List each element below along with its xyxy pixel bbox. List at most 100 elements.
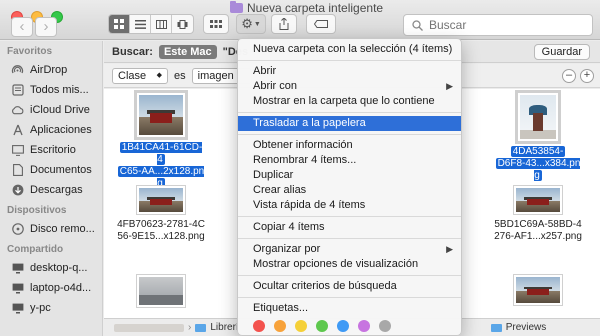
sidebar-item-applications[interactable]: Aplicaciones bbox=[0, 120, 102, 140]
sidebar-item-label: laptop-o4d... bbox=[30, 282, 92, 294]
image-thumbnail bbox=[137, 186, 185, 214]
sidebar-section-title: Favoritos bbox=[7, 46, 53, 57]
sidebar-item-label: y-pc bbox=[30, 302, 51, 314]
tag-icon bbox=[314, 20, 328, 28]
forward-button[interactable]: › bbox=[35, 17, 57, 37]
path-item-library[interactable]: Librerí bbox=[210, 322, 238, 333]
sidebar-section-favorites: Favoritos AirDrop Todos mis... iCloud Dr… bbox=[0, 41, 102, 200]
tag-gray-dot[interactable] bbox=[379, 320, 391, 332]
menu-separator bbox=[238, 238, 461, 239]
file-name-line: 4FB70623-2781-4C bbox=[117, 219, 205, 230]
sidebar-section-title: Compartido bbox=[7, 244, 64, 255]
menu-item-label: Abrir con bbox=[253, 80, 298, 92]
cloud-icon bbox=[11, 104, 24, 117]
sidebar-item-downloads[interactable]: Descargas bbox=[0, 180, 102, 200]
file-item[interactable]: 4DA53854- D6F8-43...x384.png bbox=[493, 93, 583, 182]
back-button[interactable]: ‹ bbox=[11, 17, 33, 37]
menu-item-rename[interactable]: Renombrar 4 ítems... bbox=[238, 153, 461, 168]
menu-item-open-with[interactable]: Abrir con ▶ bbox=[238, 79, 461, 94]
menu-item-quick-look[interactable]: Vista rápida de 4 ítems bbox=[238, 198, 461, 213]
tag-color-row bbox=[238, 320, 461, 332]
file-name: 1B41CA41-61CD-4 C65-AA...2x128.png bbox=[116, 142, 206, 190]
menu-item-duplicate[interactable]: Duplicar bbox=[238, 168, 461, 183]
sidebar-item-all-files[interactable]: Todos mis... bbox=[0, 80, 102, 100]
save-search-button[interactable]: Guardar bbox=[533, 44, 590, 60]
menu-item-open[interactable]: Abrir bbox=[238, 64, 461, 79]
tag-orange-dot[interactable] bbox=[274, 320, 286, 332]
search-field[interactable] bbox=[403, 14, 593, 36]
cover-flow-view-button[interactable] bbox=[172, 15, 193, 33]
file-name-line: 5BD1C69A-58BD-4 bbox=[494, 219, 582, 230]
share-button[interactable] bbox=[271, 14, 297, 34]
criteria-operator: es bbox=[174, 69, 186, 82]
path-item-previews[interactable]: Previews bbox=[506, 322, 547, 333]
action-menu: Nueva carpeta con la selección (4 ítems)… bbox=[237, 38, 462, 336]
sidebar-section-title: Dispositivos bbox=[7, 205, 67, 216]
menu-item-make-alias[interactable]: Crear alias bbox=[238, 183, 461, 198]
sidebar-item-label: desktop-q... bbox=[30, 262, 88, 274]
sidebar-item-label: Descargas bbox=[30, 184, 83, 196]
file-item[interactable] bbox=[493, 275, 583, 305]
sidebar-item-icloud-drive[interactable]: iCloud Drive bbox=[0, 100, 102, 120]
list-view-button[interactable] bbox=[130, 15, 151, 33]
file-item[interactable]: 4FB70623-2781-4C 56-9E15...x128.png bbox=[116, 186, 206, 243]
folder-icon bbox=[195, 323, 207, 332]
file-name-line: 1B41CA41-61CD-4 bbox=[119, 142, 203, 165]
menu-separator bbox=[238, 60, 461, 61]
arrange-button[interactable] bbox=[203, 14, 229, 34]
scope-this-mac-button[interactable]: Este Mac bbox=[158, 44, 217, 59]
edit-tags-button[interactable] bbox=[306, 14, 336, 34]
sidebar-item-airdrop[interactable]: AirDrop bbox=[0, 60, 102, 80]
scope-label: Buscar: bbox=[112, 45, 153, 58]
remove-criterion-button[interactable]: – bbox=[562, 69, 576, 83]
chevron-down-icon: ▼ bbox=[253, 20, 261, 28]
tag-blue-dot[interactable] bbox=[337, 320, 349, 332]
tag-green-dot[interactable] bbox=[316, 320, 328, 332]
image-thumbnail bbox=[514, 275, 562, 305]
menu-item-hide-search-criteria[interactable]: Ocultar criterios de búsqueda bbox=[238, 279, 461, 294]
disk-icon bbox=[11, 223, 24, 236]
tag-yellow-dot[interactable] bbox=[295, 320, 307, 332]
menu-item-show-view-options[interactable]: Mostrar opciones de visualización bbox=[238, 257, 461, 272]
action-menu-button[interactable]: ⚙ ▼ bbox=[236, 14, 266, 34]
sidebar-item-label: Disco remo... bbox=[30, 223, 95, 235]
menu-separator bbox=[238, 112, 461, 113]
tag-red-dot[interactable] bbox=[253, 320, 265, 332]
chevron-right-icon: › bbox=[188, 322, 192, 333]
search-icon bbox=[412, 19, 423, 31]
menu-item-new-folder-with-selection[interactable]: Nueva carpeta con la selección (4 ítems) bbox=[238, 42, 461, 57]
attribute-popup[interactable]: Clase ◆ bbox=[112, 67, 168, 84]
attribute-popup-value: Clase bbox=[118, 69, 147, 82]
chevron-updown-icon: ◆ bbox=[156, 71, 162, 79]
menu-separator bbox=[238, 297, 461, 298]
icon-view-button[interactable] bbox=[109, 15, 130, 33]
sidebar-item-remote-disc[interactable]: Disco remo... bbox=[0, 219, 102, 239]
submenu-arrow-icon: ▶ bbox=[446, 81, 453, 91]
column-view-button[interactable] bbox=[151, 15, 172, 33]
sidebar-item-label: Aplicaciones bbox=[30, 124, 92, 136]
smart-folder-icon bbox=[230, 1, 243, 13]
column-view-icon bbox=[155, 19, 167, 29]
menu-item-get-info[interactable]: Obtener información bbox=[238, 138, 461, 153]
menu-item-copy[interactable]: Copiar 4 ítems bbox=[238, 220, 461, 235]
search-input[interactable] bbox=[429, 18, 579, 32]
menu-item-move-to-trash[interactable]: Trasladar a la papelera bbox=[238, 116, 461, 131]
sidebar-item-shared-computer[interactable]: desktop-q... bbox=[0, 258, 102, 278]
menu-item-tags[interactable]: Etiquetas... bbox=[238, 301, 461, 316]
sidebar-item-documents[interactable]: Documentos bbox=[0, 160, 102, 180]
menu-item-arrange-by[interactable]: Organizar por ▶ bbox=[238, 242, 461, 257]
file-item[interactable] bbox=[116, 275, 206, 307]
add-criterion-button[interactable]: + bbox=[580, 69, 594, 83]
computer-icon bbox=[11, 282, 24, 295]
path-item-redacted[interactable] bbox=[114, 323, 184, 332]
file-item[interactable]: 5BD1C69A-58BD-4 276-AF1...x257.png bbox=[493, 186, 583, 243]
cover-flow-icon bbox=[177, 19, 188, 29]
sidebar-item-shared-computer[interactable]: y-pc bbox=[0, 298, 102, 318]
file-item[interactable]: 1B41CA41-61CD-4 C65-AA...2x128.png bbox=[116, 93, 206, 190]
file-name-line: 276-AF1...x257.png bbox=[494, 231, 582, 242]
sidebar-item-shared-computer[interactable]: laptop-o4d... bbox=[0, 278, 102, 298]
file-name: 5BD1C69A-58BD-4 276-AF1...x257.png bbox=[493, 219, 583, 243]
tag-purple-dot[interactable] bbox=[358, 320, 370, 332]
sidebar-item-desktop[interactable]: Escritorio bbox=[0, 140, 102, 160]
menu-item-show-in-enclosing-folder[interactable]: Mostrar en la carpeta que lo contiene bbox=[238, 94, 461, 109]
